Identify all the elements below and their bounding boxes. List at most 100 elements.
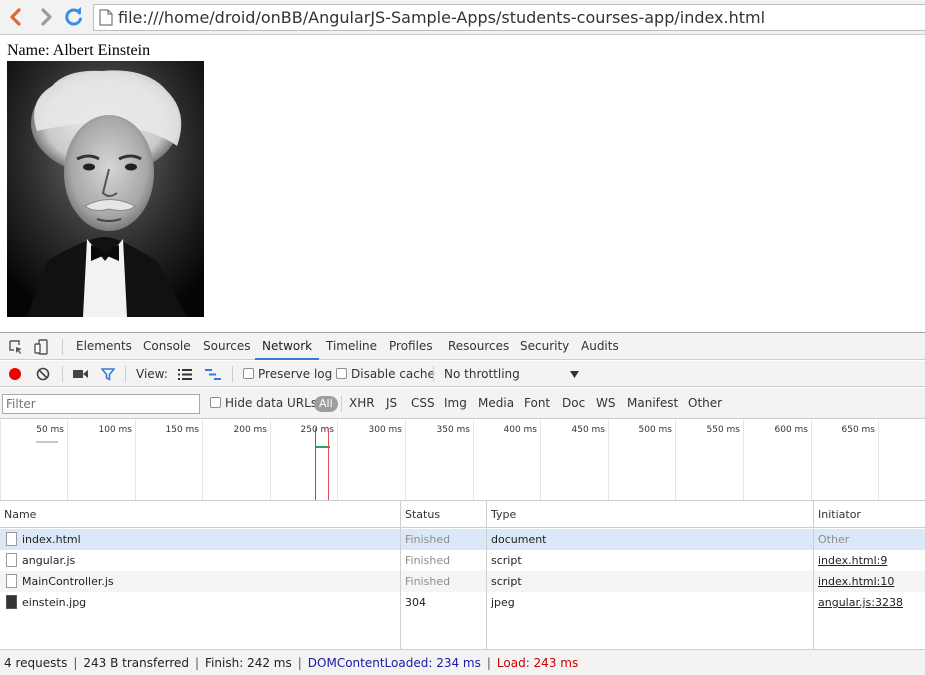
large-rows-icon[interactable]	[178, 369, 192, 380]
type-filter-img[interactable]: Img	[444, 388, 467, 419]
timeline-tick-label: 200 ms	[233, 425, 268, 435]
throttling-select[interactable]: No throttling	[444, 361, 520, 387]
request-type: script	[491, 554, 522, 567]
checkbox-box[interactable]	[336, 368, 347, 379]
request-name[interactable]: angular.js	[22, 550, 75, 571]
einstein-portrait	[7, 61, 204, 317]
device-mode-icon[interactable]	[34, 339, 50, 355]
inspect-element-icon[interactable]	[8, 339, 24, 355]
column-initiator[interactable]: Initiator	[814, 501, 861, 528]
tab-elements[interactable]: Elements	[76, 333, 132, 360]
summary-dom-content-loaded: DOMContentLoaded: 234 ms	[307, 656, 481, 670]
request-initiator-link[interactable]: index.html:9	[818, 550, 887, 571]
request-status: Finished	[405, 533, 451, 546]
timeline-tick-label: 400 ms	[503, 425, 538, 435]
student-photo	[7, 61, 204, 317]
tab-network[interactable]: Network	[255, 333, 320, 360]
request-name[interactable]: MainController.js	[22, 571, 114, 592]
network-controls: View: Preserve log Disable cache No thro…	[0, 361, 925, 387]
url-text[interactable]: file:///home/droid/onBB/AngularJS-Sample…	[118, 8, 765, 27]
column-divider[interactable]	[486, 501, 487, 649]
back-button[interactable]	[4, 5, 28, 29]
type-filter-css[interactable]: CSS	[411, 388, 435, 419]
controls-separator	[433, 366, 434, 382]
column-name[interactable]: Name	[0, 501, 36, 528]
timeline-gridline	[743, 420, 744, 500]
waterfall-overview-icon[interactable]	[205, 369, 221, 380]
throttling-value: No throttling	[444, 367, 520, 381]
tab-timeline[interactable]: Timeline	[326, 333, 377, 360]
image-file-icon	[6, 595, 17, 609]
type-filter-js[interactable]: JS	[386, 388, 397, 419]
column-status[interactable]: Status	[401, 501, 440, 528]
request-initiator-link[interactable]: angular.js:3238	[818, 592, 903, 613]
filter-input[interactable]	[2, 394, 200, 414]
network-summary: 4 requests | 243 B transferred | Finish: 242…	[0, 649, 925, 675]
page-icon	[99, 9, 113, 26]
disable-cache-checkbox[interactable]: Disable cache	[336, 361, 435, 387]
reload-button[interactable]	[62, 5, 86, 29]
request-name[interactable]: index.html	[22, 529, 81, 550]
document-file-icon	[6, 532, 17, 546]
disable-cache-label: Disable cache	[351, 367, 435, 381]
summary-separator: |	[195, 656, 200, 670]
controls-separator	[125, 366, 126, 382]
checkbox-box[interactable]	[210, 397, 221, 408]
summary-separator: |	[73, 656, 78, 670]
timeline-tick-label: 550 ms	[706, 425, 741, 435]
timeline-overview[interactable]: 50 ms 100 ms 150 ms 200 ms 250 ms 300 ms 350 m…	[0, 420, 925, 501]
column-divider[interactable]	[400, 501, 401, 649]
hide-data-urls-checkbox[interactable]: Hide data URLs	[210, 388, 317, 419]
preserve-log-checkbox[interactable]: Preserve log	[243, 361, 332, 387]
timeline-tick-label: 150 ms	[165, 425, 200, 435]
clear-icon[interactable]	[36, 367, 50, 381]
dropdown-arrow-icon[interactable]	[570, 371, 579, 378]
type-filter-xhr[interactable]: XHR	[349, 388, 375, 419]
type-filter-media[interactable]: Media	[478, 388, 514, 419]
tab-console[interactable]: Console	[143, 333, 191, 360]
controls-separator	[62, 366, 63, 382]
table-row[interactable]: MainController.js Finished script index.…	[0, 571, 925, 592]
checkbox-box[interactable]	[243, 368, 254, 379]
request-name[interactable]: einstein.jpg	[22, 592, 86, 613]
hide-data-urls-label: Hide data URLs	[225, 396, 318, 410]
timeline-gridline	[608, 420, 609, 500]
request-status: 304	[405, 596, 426, 609]
table-row[interactable]: einstein.jpg 304 jpeg angular.js:3238	[0, 592, 925, 613]
request-type: script	[491, 575, 522, 588]
tab-separator	[62, 339, 63, 355]
table-row[interactable]: index.html Finished document Other	[0, 529, 925, 550]
timeline-gridline	[270, 420, 271, 500]
summary-separator: |	[486, 656, 491, 670]
tab-resources[interactable]: Resources	[448, 333, 509, 360]
tab-audits[interactable]: Audits	[581, 333, 619, 360]
address-bar[interactable]: file:///home/droid/onBB/AngularJS-Sample…	[93, 4, 925, 31]
type-filter-font[interactable]: Font	[524, 388, 550, 419]
filter-icon[interactable]	[101, 367, 115, 381]
load-marker	[328, 428, 329, 500]
column-divider[interactable]	[813, 501, 814, 649]
timeline-gridline	[811, 420, 812, 500]
tab-sources[interactable]: Sources	[203, 333, 250, 360]
type-filter-other[interactable]: Other	[688, 388, 722, 419]
tab-security[interactable]: Security	[520, 333, 569, 360]
forward-arrow-icon	[41, 8, 52, 26]
forward-button[interactable]	[34, 5, 58, 29]
column-type[interactable]: Type	[487, 501, 516, 528]
type-filter-ws[interactable]: WS	[596, 388, 615, 419]
capture-screenshots-icon[interactable]	[73, 369, 88, 379]
timeline-tick-label: 300 ms	[368, 425, 403, 435]
record-icon[interactable]	[8, 367, 22, 381]
type-filter-manifest[interactable]: Manifest	[627, 388, 678, 419]
tab-profiles[interactable]: Profiles	[389, 333, 433, 360]
table-row[interactable]: angular.js Finished script index.html:9	[0, 550, 925, 571]
type-filter-doc[interactable]: Doc	[562, 388, 585, 419]
type-filter-all[interactable]: All	[314, 396, 338, 412]
timeline-tick-label: 50 ms	[36, 425, 64, 435]
request-initiator-link[interactable]: index.html:10	[818, 571, 894, 592]
timeline-tick-label: 500 ms	[638, 425, 673, 435]
summary-finish: Finish: 242 ms	[205, 656, 292, 670]
back-arrow-icon	[10, 8, 21, 26]
timeline-gridline	[405, 420, 406, 500]
request-initiator: Other	[818, 533, 850, 546]
